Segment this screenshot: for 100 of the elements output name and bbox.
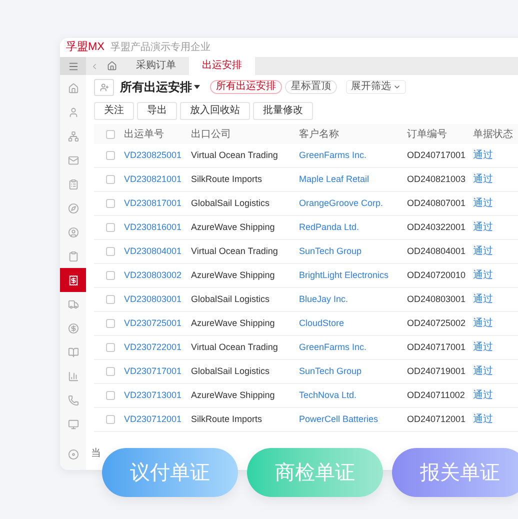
footer-text: 当 <box>91 446 101 460</box>
table-cell: OD240712001 <box>407 414 466 424</box>
shipment-link[interactable]: VD230817001 <box>124 198 182 208</box>
table-cell: AzureWave Shipping <box>191 222 275 232</box>
checkbox[interactable] <box>106 151 114 160</box>
status-link[interactable]: 通过 <box>473 390 493 401</box>
checkbox[interactable] <box>106 130 114 138</box>
customer-link[interactable]: BlueJay Inc. <box>299 294 348 304</box>
table-cell: OD240711002 <box>407 390 465 400</box>
table-cell: OD240719001 <box>407 366 466 376</box>
table-cell: OD240804001 <box>407 246 466 256</box>
customer-link[interactable]: TechNova Ltd. <box>299 390 357 400</box>
back-icon[interactable] <box>90 62 99 70</box>
table-cell: OD240725002 <box>407 318 466 328</box>
sidebar-item[interactable] <box>60 268 86 292</box>
caret-icon[interactable] <box>194 85 200 89</box>
shipment-link[interactable]: VD230725001 <box>124 318 182 328</box>
column-header: 单据状态 <box>473 128 513 140</box>
column-header: 出口公司 <box>191 128 231 140</box>
status-link[interactable]: 通过 <box>473 366 493 377</box>
checkbox[interactable] <box>106 247 114 256</box>
action-button[interactable]: 导出 <box>137 102 177 120</box>
customer-link[interactable]: RedPanda Ltd. <box>299 222 360 232</box>
shipment-link[interactable]: VD230722001 <box>124 342 182 352</box>
home-icon[interactable] <box>107 61 117 71</box>
table-cell: OD240720010 <box>407 270 466 280</box>
tab[interactable]: 出运安排 <box>189 57 255 75</box>
shipment-link[interactable]: VD230713001 <box>124 390 182 400</box>
clipboard-icon <box>68 250 78 262</box>
shipment-link[interactable]: VD230712001 <box>124 414 182 424</box>
mail-icon <box>68 154 78 166</box>
table-cell: GlobalSail Logistics <box>191 198 270 208</box>
action-button[interactable]: 关注 <box>94 102 134 120</box>
checkbox[interactable] <box>106 319 114 328</box>
checkbox[interactable] <box>106 223 114 232</box>
shipment-link[interactable]: VD230717001 <box>124 366 182 376</box>
table-cell: SilkRoute Imports <box>191 174 262 184</box>
table-cell: OD240717001 <box>407 150 466 160</box>
column-header: 出运单号 <box>124 128 164 140</box>
table-cell: GlobalSail Logistics <box>191 294 270 304</box>
checkbox[interactable] <box>106 367 114 376</box>
column-header: 客户名称 <box>299 128 339 140</box>
table-cell: OD240821003 <box>407 174 466 184</box>
status-link[interactable]: 通过 <box>473 294 493 305</box>
customer-link[interactable]: OrangeGroove Corp. <box>299 198 384 208</box>
status-link[interactable]: 通过 <box>473 174 493 185</box>
shipment-link[interactable]: VD230821001 <box>124 174 182 184</box>
bar-chart-icon <box>68 370 78 382</box>
checkbox[interactable] <box>106 175 114 184</box>
checkbox[interactable] <box>106 295 114 304</box>
network-icon <box>68 130 78 142</box>
logo: 孚盟MX <box>66 42 104 53</box>
customer-link[interactable]: Maple Leaf Retail <box>299 174 370 184</box>
checkbox[interactable] <box>106 199 114 208</box>
checkbox[interactable] <box>106 391 114 400</box>
action-button[interactable]: 批量修改 <box>253 102 313 120</box>
action-button[interactable]: 放入回收站 <box>180 102 250 120</box>
status-link[interactable]: 通过 <box>473 318 493 329</box>
tab[interactable]: 采购订单 <box>123 57 189 75</box>
table-cell: OD240717001 <box>407 342 466 352</box>
customer-link[interactable]: CloudStore <box>299 318 344 328</box>
shipment-link[interactable]: VD230816001 <box>124 222 182 232</box>
shipment-link[interactable]: VD230825001 <box>124 150 182 160</box>
user-icon <box>68 106 78 118</box>
book-icon <box>68 346 78 358</box>
customer-link[interactable]: SunTech Group <box>299 246 362 256</box>
table-cell: AzureWave Shipping <box>191 318 275 328</box>
status-link[interactable]: 通过 <box>473 414 493 425</box>
customer-link[interactable]: PowerCell Batteries <box>299 414 378 424</box>
checkbox[interactable] <box>106 343 114 352</box>
column-header: 订单编号 <box>407 128 447 140</box>
view-title: 所有出运安排 <box>120 81 192 93</box>
customer-link[interactable]: GreenFarms Inc. <box>299 342 367 352</box>
filter-chip[interactable]: 所有出运安排 <box>210 80 282 94</box>
expand-filter-button[interactable]: 展开筛选 <box>346 80 406 94</box>
status-link[interactable]: 通过 <box>473 270 493 281</box>
promo-button[interactable]: 报关单证 <box>392 448 518 497</box>
customer-link[interactable]: BrightLight Electronics <box>299 270 389 280</box>
filter-chip[interactable]: 星标置顶 <box>285 80 337 94</box>
status-link[interactable]: 通过 <box>473 342 493 353</box>
status-link[interactable]: 通过 <box>473 150 493 161</box>
status-link[interactable]: 通过 <box>473 246 493 257</box>
menu-button[interactable] <box>60 57 86 75</box>
shipment-link[interactable]: VD230803001 <box>124 294 182 304</box>
status-link[interactable]: 通过 <box>473 198 493 209</box>
user-switch-button[interactable] <box>94 78 114 96</box>
menu-icon <box>68 60 78 72</box>
customer-link[interactable]: SunTech Group <box>299 366 362 376</box>
compass-icon <box>68 202 78 214</box>
company-name: 孚盟产品演示专用企业 <box>110 42 210 52</box>
phone-icon <box>68 394 78 406</box>
status-link[interactable]: 通过 <box>473 222 493 233</box>
table-cell: AzureWave Shipping <box>191 390 275 400</box>
checkbox[interactable] <box>106 415 114 424</box>
customer-link[interactable]: GreenFarms Inc. <box>299 150 367 160</box>
table-cell: SilkRoute Imports <box>191 414 262 424</box>
shipment-link[interactable]: VD230803002 <box>124 270 182 280</box>
checkbox[interactable] <box>106 271 114 280</box>
table-cell: Virtual Ocean Trading <box>191 342 278 352</box>
shipment-link[interactable]: VD230804001 <box>124 246 182 256</box>
